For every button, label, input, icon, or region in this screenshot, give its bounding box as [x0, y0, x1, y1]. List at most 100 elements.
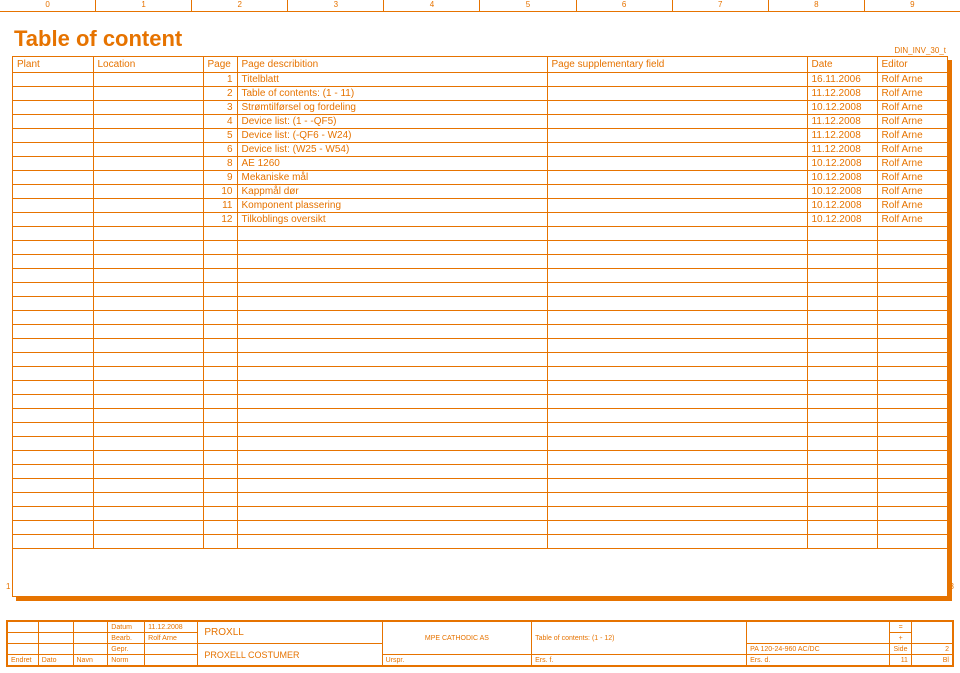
- cell-plant: [13, 212, 93, 226]
- cell-empty: [237, 394, 547, 408]
- ruler-cell: 7: [673, 0, 769, 11]
- cell-editor: Rolf Arne: [877, 86, 947, 100]
- cell-empty: [203, 240, 237, 254]
- cell-empty: [203, 352, 237, 366]
- cell-editor: Rolf Arne: [877, 100, 947, 114]
- cell-date: 10.12.2008: [807, 212, 877, 226]
- cell-location: [93, 198, 203, 212]
- cell-empty: [237, 240, 547, 254]
- cell-empty: [877, 282, 947, 296]
- cell-empty: [93, 520, 203, 534]
- cell-empty: [237, 450, 547, 464]
- table-row: 6Device list: (W25 - W54)11.12.2008Rolf …: [13, 142, 947, 156]
- cell-empty: [13, 380, 93, 394]
- cell-empty: [877, 310, 947, 324]
- cell-empty: [93, 226, 203, 240]
- cell-empty: [13, 296, 93, 310]
- cell-empty: [13, 366, 93, 380]
- document-code: DIN_INV_30_t: [894, 46, 946, 55]
- cell-empty: [13, 268, 93, 282]
- cell-empty: [13, 240, 93, 254]
- tb-endret: Endret: [8, 655, 39, 666]
- cell-empty: [877, 394, 947, 408]
- cell-location: [93, 142, 203, 156]
- cell-description: Strømtilførsel og fordeling: [237, 100, 547, 114]
- cell-empty: [203, 478, 237, 492]
- cell-empty: [203, 492, 237, 506]
- frame-shadow-right: [948, 60, 952, 601]
- cell-plant: [13, 198, 93, 212]
- cell-empty: [203, 534, 237, 548]
- cell-empty: [237, 268, 547, 282]
- cell-location: [93, 184, 203, 198]
- cell-empty: [807, 422, 877, 436]
- cell-empty: [93, 338, 203, 352]
- cell-empty: [237, 254, 547, 268]
- cell-page: 8: [203, 156, 237, 170]
- cell-empty: [13, 310, 93, 324]
- cell-empty: [237, 478, 547, 492]
- table-row-empty: [13, 338, 947, 352]
- cell-empty: [807, 366, 877, 380]
- tb-side-label: Side: [890, 644, 912, 655]
- cell-editor: Rolf Arne: [877, 184, 947, 198]
- table-row-empty: [13, 506, 947, 520]
- cell-plant: [13, 100, 93, 114]
- tb-ersd: Ers. d.: [747, 655, 890, 666]
- cell-empty: [547, 506, 807, 520]
- cell-empty: [547, 226, 807, 240]
- ruler-cell: 6: [577, 0, 673, 11]
- cell-empty: [547, 436, 807, 450]
- cell-empty: [807, 394, 877, 408]
- cell-empty: [93, 324, 203, 338]
- cell-empty: [877, 506, 947, 520]
- cell-location: [93, 170, 203, 184]
- tb-bearb-value: Rolf Arne: [145, 633, 198, 644]
- table-row-empty: [13, 422, 947, 436]
- table-row-empty: [13, 492, 947, 506]
- cell-empty: [807, 240, 877, 254]
- cell-empty: [877, 380, 947, 394]
- cell-empty: [807, 254, 877, 268]
- cell-empty: [203, 394, 237, 408]
- cell-editor: Rolf Arne: [877, 128, 947, 142]
- cell-date: 11.12.2008: [807, 114, 877, 128]
- cell-empty: [877, 226, 947, 240]
- cell-empty: [877, 240, 947, 254]
- cell-empty: [547, 310, 807, 324]
- cell-empty: [807, 268, 877, 282]
- table-row: 8AE 126010.12.2008Rolf Arne: [13, 156, 947, 170]
- cell-empty: [547, 464, 807, 478]
- tb-bl-n: 11: [890, 655, 912, 666]
- toc-table: Plant Location Page Page describition Pa…: [13, 57, 947, 549]
- table-row: 11Komponent plassering10.12.2008Rolf Arn…: [13, 198, 947, 212]
- side-number-left: 1: [6, 582, 10, 591]
- cell-description: AE 1260: [237, 156, 547, 170]
- cell-page: 2: [203, 86, 237, 100]
- cell-empty: [807, 352, 877, 366]
- cell-empty: [547, 520, 807, 534]
- ruler-cell: 2: [192, 0, 288, 11]
- cell-date: 10.12.2008: [807, 184, 877, 198]
- cell-empty: [13, 436, 93, 450]
- col-plant: Plant: [13, 57, 93, 72]
- cell-empty: [93, 380, 203, 394]
- toc-header-row: Plant Location Page Page describition Pa…: [13, 57, 947, 72]
- cell-editor: Rolf Arne: [877, 170, 947, 184]
- frame-shadow-bottom: [16, 597, 952, 601]
- cell-empty: [877, 450, 947, 464]
- cell-empty: [203, 226, 237, 240]
- cell-empty: [807, 464, 877, 478]
- cell-editor: Rolf Arne: [877, 198, 947, 212]
- col-date: Date: [807, 57, 877, 72]
- cell-empty: [877, 436, 947, 450]
- cell-supplementary: [547, 184, 807, 198]
- cell-empty: [807, 506, 877, 520]
- cell-supplementary: [547, 128, 807, 142]
- cell-empty: [203, 380, 237, 394]
- cell-plant: [13, 156, 93, 170]
- cell-empty: [237, 422, 547, 436]
- cell-empty: [547, 268, 807, 282]
- cell-empty: [807, 324, 877, 338]
- cell-plant: [13, 86, 93, 100]
